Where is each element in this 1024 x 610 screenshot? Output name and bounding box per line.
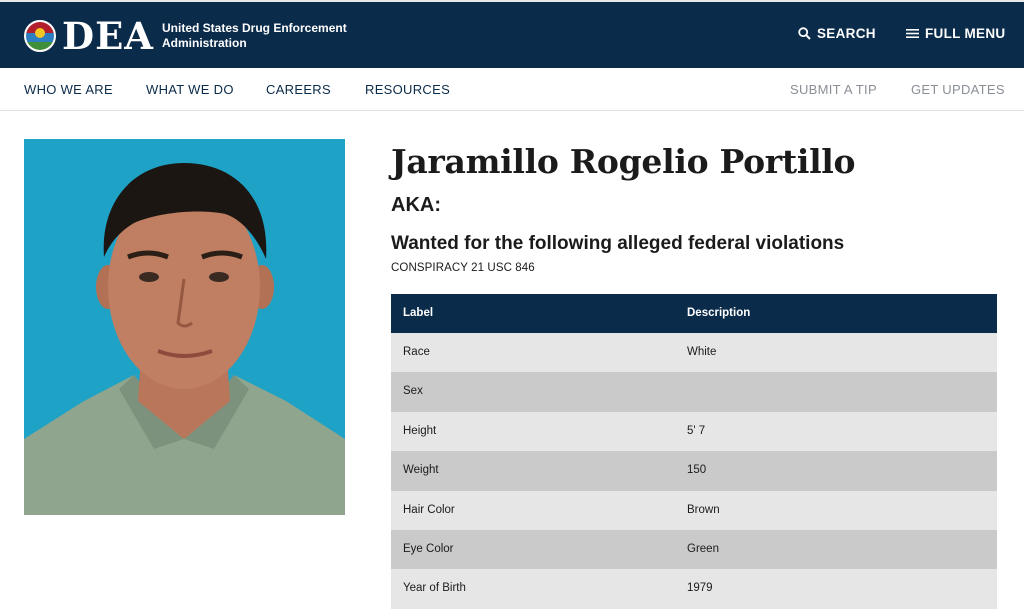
hamburger-menu-icon — [906, 29, 919, 38]
row-value: 150 — [687, 464, 707, 477]
nav-submit-a-tip[interactable]: SUBMIT A TIP — [790, 82, 877, 97]
row-label: Hair Color — [403, 503, 455, 516]
table-row: Year of Birth 1979 — [391, 569, 997, 609]
site-header: DEA United States Drug Enforcement Admin… — [0, 0, 1024, 68]
nav-careers[interactable]: CAREERS — [266, 82, 331, 97]
search-button[interactable]: SEARCH — [798, 26, 876, 41]
search-icon — [798, 27, 811, 40]
table-row: Sex — [391, 372, 997, 412]
table-row: Height 5' 7 — [391, 411, 997, 452]
row-label: Eye Color — [403, 542, 454, 555]
row-label: Year of Birth — [403, 582, 466, 595]
row-label: Height — [403, 424, 437, 437]
table-header: Label Description — [391, 294, 997, 333]
nav-who-we-are[interactable]: WHO WE ARE — [24, 82, 113, 97]
table-row: Eye Color Green — [391, 529, 997, 570]
wanted-heading: Wanted for the following alleged federal… — [391, 233, 845, 254]
nav-get-updates[interactable]: GET UPDATES — [911, 82, 1005, 97]
row-value: 1979 — [687, 582, 713, 595]
table-row: Weight 150 — [391, 451, 997, 491]
row-label: Race — [403, 346, 430, 358]
nav-resources[interactable]: RESOURCES — [365, 82, 450, 97]
row-label: Weight — [403, 464, 439, 477]
description-table: Label Description Race White Sex Height … — [391, 294, 997, 609]
dea-seal-icon — [24, 20, 56, 52]
main-nav: WHO WE ARE WHAT WE DO CAREERS RESOURCES … — [0, 68, 1024, 111]
header-description: Description — [687, 307, 751, 319]
fugitive-photo — [24, 139, 345, 515]
table-row: Hair Color Brown — [391, 490, 997, 530]
row-value: Green — [687, 542, 719, 555]
violation-text: CONSPIRACY 21 USC 846 — [391, 262, 535, 274]
logo-text: DEA — [62, 14, 154, 58]
logo-tagline: United States Drug Enforcement Administr… — [162, 21, 347, 50]
aka-label: AKA: — [391, 194, 441, 216]
fugitive-name: Jaramillo Rogelio Portillo — [391, 142, 856, 181]
full-menu-label: FULL MENU — [925, 26, 1006, 41]
row-value: White — [687, 346, 717, 358]
row-value: Brown — [687, 503, 720, 516]
search-label: SEARCH — [817, 26, 876, 41]
nav-what-we-do[interactable]: WHAT WE DO — [146, 82, 234, 97]
row-label: Sex — [403, 385, 423, 398]
dea-logo[interactable]: DEA United States Drug Enforcement Admin… — [24, 16, 352, 56]
table-row: Race White — [391, 333, 997, 373]
header-label: Label — [403, 307, 434, 319]
row-value: 5' 7 — [687, 424, 706, 437]
full-menu-button[interactable]: FULL MENU — [906, 26, 1005, 41]
